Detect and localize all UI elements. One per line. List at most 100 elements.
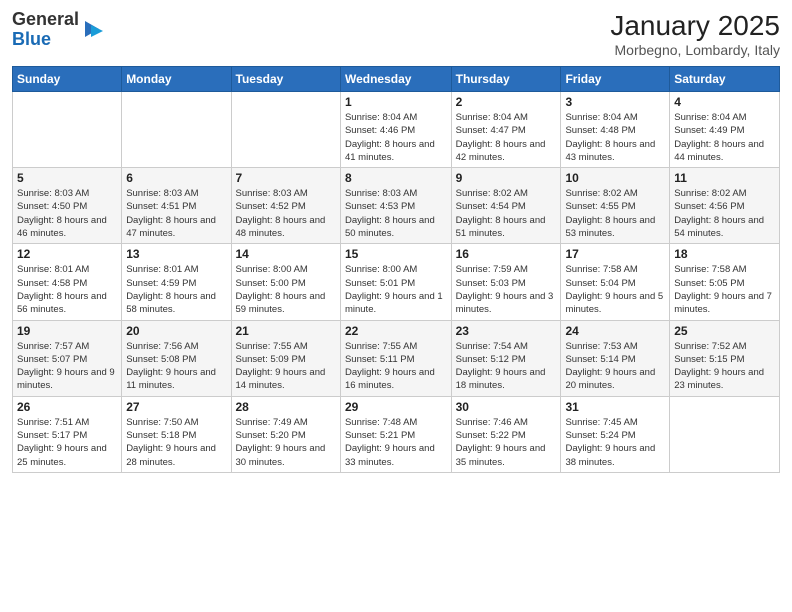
day-number: 26 [17, 400, 117, 414]
day-cell: 7 Sunrise: 8:03 AM Sunset: 4:52 PM Daylig… [231, 168, 340, 244]
col-header-friday: Friday [561, 67, 670, 92]
day-cell: 11 Sunrise: 8:02 AM Sunset: 4:56 PM Dayli… [670, 168, 780, 244]
day-number: 11 [674, 171, 775, 185]
day-info: Sunrise: 7:46 AM Sunset: 5:22 PM Dayligh… [456, 416, 557, 469]
day-info: Sunrise: 8:01 AM Sunset: 4:58 PM Dayligh… [17, 263, 117, 316]
day-cell: 18 Sunrise: 7:58 AM Sunset: 5:05 PM Dayli… [670, 244, 780, 320]
day-info: Sunrise: 7:55 AM Sunset: 5:11 PM Dayligh… [345, 340, 447, 393]
logo-blue-text: Blue [12, 29, 51, 49]
day-number: 31 [565, 400, 665, 414]
day-info: Sunrise: 8:02 AM Sunset: 4:56 PM Dayligh… [674, 187, 775, 240]
day-info: Sunrise: 8:00 AM Sunset: 5:01 PM Dayligh… [345, 263, 447, 316]
header: General Blue January 2025 Morbegno, Lomb… [12, 10, 780, 58]
logo: General Blue [12, 10, 103, 50]
day-number: 18 [674, 247, 775, 261]
day-cell: 27Sunrise: 7:50 AM Sunset: 5:18 PM Dayli… [122, 396, 231, 472]
day-info: Sunrise: 8:03 AM Sunset: 4:53 PM Dayligh… [345, 187, 447, 240]
day-info: Sunrise: 7:57 AM Sunset: 5:07 PM Dayligh… [17, 340, 117, 393]
day-number: 5 [17, 171, 117, 185]
logo-general-text: General [12, 9, 79, 29]
day-number: 24 [565, 324, 665, 338]
day-cell: 8 Sunrise: 8:03 AM Sunset: 4:53 PM Daylig… [340, 168, 451, 244]
day-cell: 16 Sunrise: 7:59 AM Sunset: 5:03 PM Dayli… [451, 244, 561, 320]
calendar-table: SundayMondayTuesdayWednesdayThursdayFrid… [12, 66, 780, 473]
day-cell: 31 Sunrise: 7:45 AM Sunset: 5:24 PM Dayli… [561, 396, 670, 472]
day-info: Sunrise: 8:03 AM Sunset: 4:50 PM Dayligh… [17, 187, 117, 240]
day-cell: 13Sunrise: 8:01 AM Sunset: 4:59 PM Dayli… [122, 244, 231, 320]
day-number: 16 [456, 247, 557, 261]
day-number: 1 [345, 95, 447, 109]
day-info: Sunrise: 7:59 AM Sunset: 5:03 PM Dayligh… [456, 263, 557, 316]
day-info: Sunrise: 8:04 AM Sunset: 4:46 PM Dayligh… [345, 111, 447, 164]
day-info: Sunrise: 8:04 AM Sunset: 4:49 PM Dayligh… [674, 111, 775, 164]
day-info: Sunrise: 8:04 AM Sunset: 4:48 PM Dayligh… [565, 111, 665, 164]
calendar-container: General Blue January 2025 Morbegno, Lomb… [0, 0, 792, 612]
col-header-monday: Monday [122, 67, 231, 92]
day-info: Sunrise: 8:03 AM Sunset: 4:52 PM Dayligh… [236, 187, 336, 240]
day-cell: 30 Sunrise: 7:46 AM Sunset: 5:22 PM Dayli… [451, 396, 561, 472]
day-info: Sunrise: 8:02 AM Sunset: 4:55 PM Dayligh… [565, 187, 665, 240]
day-number: 9 [456, 171, 557, 185]
day-info: Sunrise: 7:48 AM Sunset: 5:21 PM Dayligh… [345, 416, 447, 469]
day-cell [231, 92, 340, 168]
day-cell: 2 Sunrise: 8:04 AM Sunset: 4:47 PM Daylig… [451, 92, 561, 168]
day-number: 13 [126, 247, 226, 261]
week-row-5: 26 Sunrise: 7:51 AM Sunset: 5:17 PM Dayli… [13, 396, 780, 472]
day-cell [13, 92, 122, 168]
week-row-1: 1 Sunrise: 8:04 AM Sunset: 4:46 PM Daylig… [13, 92, 780, 168]
day-cell: 19 Sunrise: 7:57 AM Sunset: 5:07 PM Dayli… [13, 320, 122, 396]
location: Morbegno, Lombardy, Italy [610, 42, 780, 58]
day-number: 23 [456, 324, 557, 338]
day-number: 19 [17, 324, 117, 338]
day-cell: 14 Sunrise: 8:00 AM Sunset: 5:00 PM Dayli… [231, 244, 340, 320]
day-cell: 5 Sunrise: 8:03 AM Sunset: 4:50 PM Daylig… [13, 168, 122, 244]
day-number: 20 [126, 324, 226, 338]
day-number: 12 [17, 247, 117, 261]
day-info: Sunrise: 7:52 AM Sunset: 5:15 PM Dayligh… [674, 340, 775, 393]
day-number: 30 [456, 400, 557, 414]
day-number: 22 [345, 324, 447, 338]
day-number: 14 [236, 247, 336, 261]
col-header-sunday: Sunday [13, 67, 122, 92]
day-cell: 26 Sunrise: 7:51 AM Sunset: 5:17 PM Dayli… [13, 396, 122, 472]
day-number: 10 [565, 171, 665, 185]
day-cell: 12 Sunrise: 8:01 AM Sunset: 4:58 PM Dayli… [13, 244, 122, 320]
col-header-wednesday: Wednesday [340, 67, 451, 92]
day-cell: 25 Sunrise: 7:52 AM Sunset: 5:15 PM Dayli… [670, 320, 780, 396]
day-info: Sunrise: 8:04 AM Sunset: 4:47 PM Dayligh… [456, 111, 557, 164]
day-cell: 23 Sunrise: 7:54 AM Sunset: 5:12 PM Dayli… [451, 320, 561, 396]
day-number: 28 [236, 400, 336, 414]
day-cell: 9Sunrise: 8:02 AM Sunset: 4:54 PM Daylig… [451, 168, 561, 244]
day-cell: 24Sunrise: 7:53 AM Sunset: 5:14 PM Dayli… [561, 320, 670, 396]
day-cell: 3Sunrise: 8:04 AM Sunset: 4:48 PM Daylig… [561, 92, 670, 168]
week-row-4: 19 Sunrise: 7:57 AM Sunset: 5:07 PM Dayli… [13, 320, 780, 396]
day-info: Sunrise: 8:00 AM Sunset: 5:00 PM Dayligh… [236, 263, 336, 316]
day-cell: 29Sunrise: 7:48 AM Sunset: 5:21 PM Dayli… [340, 396, 451, 472]
day-number: 4 [674, 95, 775, 109]
day-info: Sunrise: 7:58 AM Sunset: 5:04 PM Dayligh… [565, 263, 665, 316]
day-cell: 17Sunrise: 7:58 AM Sunset: 5:04 PM Dayli… [561, 244, 670, 320]
day-cell: 28 Sunrise: 7:49 AM Sunset: 5:20 PM Dayli… [231, 396, 340, 472]
day-info: Sunrise: 7:50 AM Sunset: 5:18 PM Dayligh… [126, 416, 226, 469]
day-cell: 21Sunrise: 7:55 AM Sunset: 5:09 PM Dayli… [231, 320, 340, 396]
day-info: Sunrise: 7:56 AM Sunset: 5:08 PM Dayligh… [126, 340, 226, 393]
logo-icon [81, 19, 103, 41]
day-number: 8 [345, 171, 447, 185]
day-number: 7 [236, 171, 336, 185]
day-info: Sunrise: 7:58 AM Sunset: 5:05 PM Dayligh… [674, 263, 775, 316]
day-number: 2 [456, 95, 557, 109]
day-info: Sunrise: 7:49 AM Sunset: 5:20 PM Dayligh… [236, 416, 336, 469]
day-cell: 1 Sunrise: 8:04 AM Sunset: 4:46 PM Daylig… [340, 92, 451, 168]
day-info: Sunrise: 7:54 AM Sunset: 5:12 PM Dayligh… [456, 340, 557, 393]
week-row-2: 5 Sunrise: 8:03 AM Sunset: 4:50 PM Daylig… [13, 168, 780, 244]
day-info: Sunrise: 7:51 AM Sunset: 5:17 PM Dayligh… [17, 416, 117, 469]
day-cell [670, 396, 780, 472]
day-number: 21 [236, 324, 336, 338]
day-info: Sunrise: 7:45 AM Sunset: 5:24 PM Dayligh… [565, 416, 665, 469]
day-cell: 22 Sunrise: 7:55 AM Sunset: 5:11 PM Dayli… [340, 320, 451, 396]
day-cell: 15Sunrise: 8:00 AM Sunset: 5:01 PM Dayli… [340, 244, 451, 320]
col-header-thursday: Thursday [451, 67, 561, 92]
day-number: 25 [674, 324, 775, 338]
day-cell: 6Sunrise: 8:03 AM Sunset: 4:51 PM Daylig… [122, 168, 231, 244]
col-header-tuesday: Tuesday [231, 67, 340, 92]
